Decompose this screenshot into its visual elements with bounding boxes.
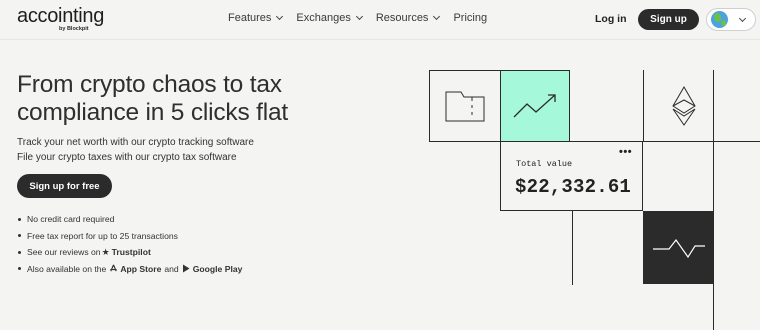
nav-exchanges-label: Exchanges [296,12,351,24]
nav-features-label: Features [228,12,272,24]
list-item: No credit card required [18,211,242,228]
login-link[interactable]: Log in [595,13,627,25]
star-icon: ★ [101,246,110,257]
bullet-icon [18,250,21,254]
google-play-icon [182,264,190,273]
hero-subtitle-tracking: Track your net worth with our crypto tra… [17,137,254,148]
total-value-card: ••• Total value $22,332.61 [500,141,643,211]
google-play-link[interactable]: Google Play [182,263,243,274]
app-store-link[interactable]: App Store [109,264,161,274]
ethereum-icon [672,86,696,126]
hero-title-line-1: From crypto chaos to tax [17,71,282,98]
nav-exchanges[interactable]: Exchanges [296,12,363,24]
total-value-amount: $22,332.61 [515,176,632,198]
bullet-icon [18,217,21,221]
language-selector[interactable] [706,8,756,31]
list-item: See our reviews on ★ Trustpilot [18,244,242,261]
hero-title: From crypto chaos to tax compliance in 5… [17,71,347,127]
list-item: Also available on the App Store and Goog… [18,261,242,278]
nav-features[interactable]: Features [228,12,284,24]
logo-wordmark: accointing [17,5,105,27]
signup-button[interactable]: Sign up [638,9,699,30]
bullet-text: See our reviews on [27,247,101,258]
google-play-label: Google Play [192,263,243,274]
chevron-down-icon [433,12,441,21]
chevron-down-icon [738,14,747,23]
nav-resources[interactable]: Resources [375,12,441,24]
logo[interactable]: accointing by Blockpit [17,6,104,32]
bullet-text: and [164,263,179,274]
top-navbar: accointing by Blockpit Features Exchange… [0,0,760,40]
bullet-text: Free tax report for up to 25 transaction… [27,230,178,241]
folder-icon [445,91,485,122]
more-icon[interactable]: ••• [619,146,632,158]
globe-icon [711,11,728,28]
list-item: Free tax report for up to 25 transaction… [18,228,242,245]
chevron-down-icon [276,12,284,21]
green-tile [500,70,570,142]
total-value-label: Total value [516,159,573,169]
trustpilot-link[interactable]: Trustpilot [112,247,151,257]
nav-pricing-label: Pricing [453,12,488,24]
dark-tile [643,211,714,284]
nav-resources-label: Resources [375,12,429,24]
app-store-icon [110,264,118,272]
bullet-text: No credit card required [27,214,115,225]
bullet-icon [18,234,21,238]
chevron-down-icon [355,12,363,21]
feature-list: No credit card required Free tax report … [18,211,242,277]
bullet-icon [18,267,21,271]
app-store-label: App Store [120,263,162,274]
main-nav: Features Exchanges Resources Pricing [228,12,501,24]
signup-free-button[interactable]: Sign up for free [17,174,112,198]
nav-pricing[interactable]: Pricing [453,12,487,24]
hero-subtitle-taxes: File your crypto taxes with our crypto t… [17,152,237,163]
hero-title-line-2: compliance in 5 clicks flat [17,99,289,126]
bullet-text: Also available on the [27,263,107,274]
